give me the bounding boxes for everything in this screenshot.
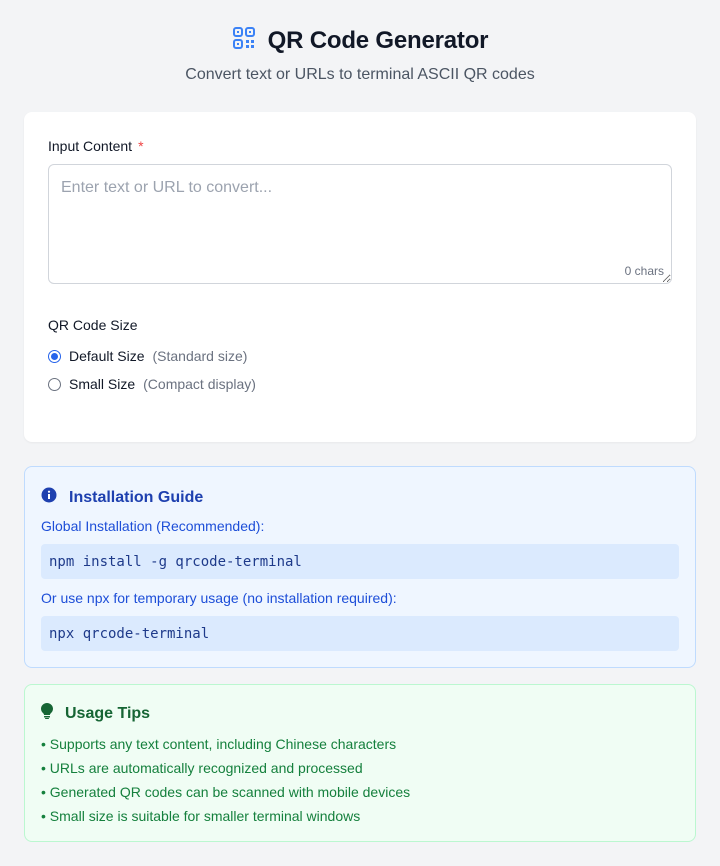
tips-title: Usage Tips	[65, 704, 151, 722]
page-header: QR Code Generator Convert text or URLs t…	[0, 0, 720, 112]
qr-code-icon	[232, 26, 256, 55]
usage-tips: Usage Tips Supports any text content, in…	[24, 684, 696, 842]
info-icon	[41, 487, 57, 508]
input-label-text: Input Content	[48, 138, 133, 154]
input-label: Input Content *	[48, 138, 144, 154]
page-subtitle: Convert text or URLs to terminal ASCII Q…	[185, 66, 535, 83]
tips-title-row: Usage Tips	[41, 703, 150, 724]
npx-command[interactable]: npx qrcode-terminal	[41, 616, 679, 651]
list-item: URLs are automatically recognized and pr…	[41, 759, 410, 783]
title-row: QR Code Generator	[0, 26, 720, 55]
char-count: 0 chars	[624, 264, 664, 278]
installation-guide: Installation Guide Global Installation (…	[24, 466, 696, 668]
size-option-hint: (Standard size)	[152, 348, 248, 364]
lightbulb-icon	[41, 703, 53, 724]
radio-small[interactable]	[48, 377, 61, 391]
guide-title: Installation Guide	[69, 488, 204, 506]
page-title: QR Code Generator	[267, 26, 489, 54]
npx-label: Or use npx for temporary usage (no insta…	[41, 590, 397, 606]
tips-list: Supports any text content, including Chi…	[41, 735, 410, 831]
global-install-command[interactable]: npm install -g qrcode-terminal	[41, 544, 679, 579]
size-option-label: Default Size	[69, 348, 145, 364]
list-item: Supports any text content, including Chi…	[41, 735, 410, 759]
size-option-default[interactable]: Default Size (Standard size)	[48, 348, 247, 364]
size-option-label: Small Size	[69, 376, 136, 392]
guide-title-row: Installation Guide	[41, 487, 203, 508]
required-mark: *	[138, 138, 144, 154]
list-item: Small size is suitable for smaller termi…	[41, 807, 410, 831]
radio-default[interactable]	[48, 349, 61, 363]
size-option-small[interactable]: Small Size (Compact display)	[48, 376, 256, 392]
global-install-label: Global Installation (Recommended):	[41, 518, 265, 534]
input-wrap: 0 chars	[48, 164, 672, 284]
content-input[interactable]	[48, 164, 672, 284]
input-card: Input Content * 0 chars QR Code Size Defa…	[24, 112, 696, 442]
size-label: QR Code Size	[48, 317, 138, 333]
size-option-hint: (Compact display)	[143, 376, 256, 392]
list-item: Generated QR codes can be scanned with m…	[41, 783, 410, 807]
